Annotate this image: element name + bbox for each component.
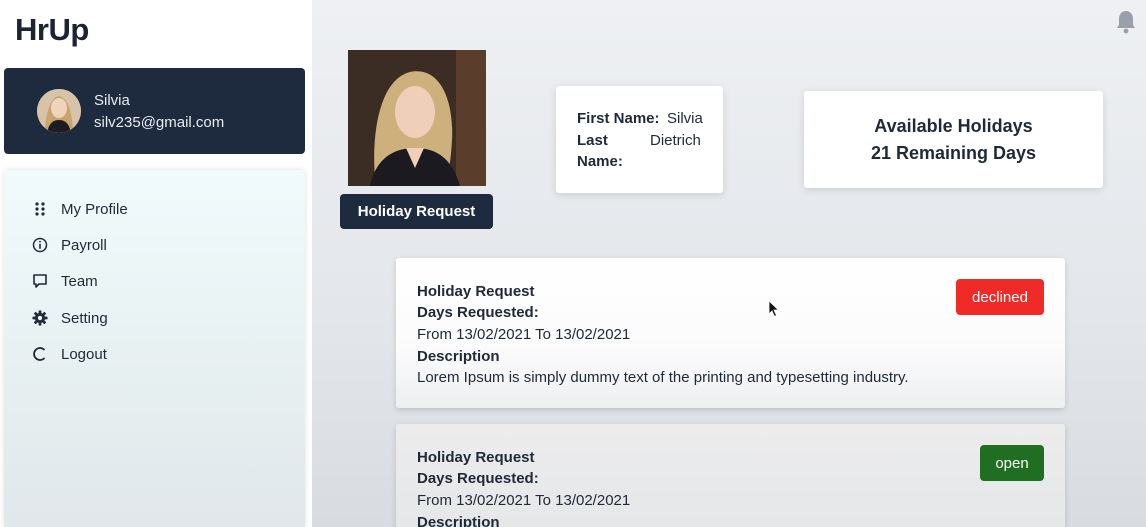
description-label: Description <box>417 514 500 527</box>
logout-icon <box>30 344 50 364</box>
sidebar-item-setting[interactable]: Setting <box>30 306 108 330</box>
sidebar-item-payroll[interactable]: Payroll <box>30 233 107 257</box>
days-requested-label: Days Requested: <box>417 304 539 321</box>
info-icon <box>30 235 50 255</box>
sidebar-item-label: My Profile <box>61 200 128 218</box>
first-name-label: First Name: <box>577 110 660 127</box>
status-badge[interactable]: declined <box>956 279 1044 315</box>
user-card[interactable]: Silvia silv235@gmail.com <box>4 68 305 154</box>
grid-dots-icon <box>30 199 50 219</box>
user-email: silv235@gmail.com <box>94 114 225 131</box>
chat-icon <box>30 271 50 291</box>
status-badge[interactable]: open <box>980 445 1044 481</box>
sidebar-item-label: Payroll <box>61 236 107 254</box>
bell-icon[interactable] <box>1114 9 1138 35</box>
mouse-cursor-icon <box>768 300 780 318</box>
request-title: Holiday Request <box>417 283 535 300</box>
sidebar-item-label: Logout <box>61 345 107 363</box>
request-card: Holiday Request Days Requested: From 13/… <box>396 258 1065 408</box>
gear-icon <box>30 308 50 328</box>
request-title: Holiday Request <box>417 449 535 466</box>
remaining-days: 21 Remaining Days <box>870 143 1037 163</box>
request-date-range: From 13/02/2021 To 13/02/2021 <box>417 492 631 509</box>
sidebar-item-team[interactable]: Team <box>30 269 98 293</box>
request-card: Holiday Request Days Requested: From 13/… <box>396 424 1065 527</box>
request-date-range: From 13/02/2021 To 13/02/2021 <box>417 326 631 343</box>
sidebar-item-label: Team <box>61 272 98 290</box>
description-label: Description <box>417 348 500 365</box>
last-name-label-cont: Name: <box>577 153 623 170</box>
sidebar-item-my-profile[interactable]: My Profile <box>30 197 128 221</box>
days-requested-label: Days Requested: <box>417 470 539 487</box>
profile-photo <box>348 50 486 186</box>
user-name: Silvia <box>94 92 130 109</box>
last-name-label: Last <box>577 132 608 149</box>
sidebar: HrUp Silvia silv235@gmail.com My Profile <box>0 0 312 527</box>
holiday-request-button[interactable]: Holiday Request <box>340 194 493 229</box>
avatar <box>37 89 81 133</box>
name-card: First Name: Silvia Last Name: Dietrich <box>556 86 723 193</box>
available-holidays-card: Available Holidays 21 Remaining Days <box>804 91 1103 188</box>
sidebar-item-label: Setting <box>61 309 108 327</box>
last-name-value: Dietrich <box>650 132 701 149</box>
sidebar-item-logout[interactable]: Logout <box>30 342 107 366</box>
sidebar-nav: My Profile Payroll Team Setting Logout <box>4 170 305 527</box>
first-name-value: Silvia <box>667 110 703 127</box>
available-holidays-title: Available Holidays <box>874 116 1033 136</box>
app-logo: HrUp <box>15 12 89 47</box>
request-description: Lorem Ipsum is simply dummy text of the … <box>417 369 909 386</box>
